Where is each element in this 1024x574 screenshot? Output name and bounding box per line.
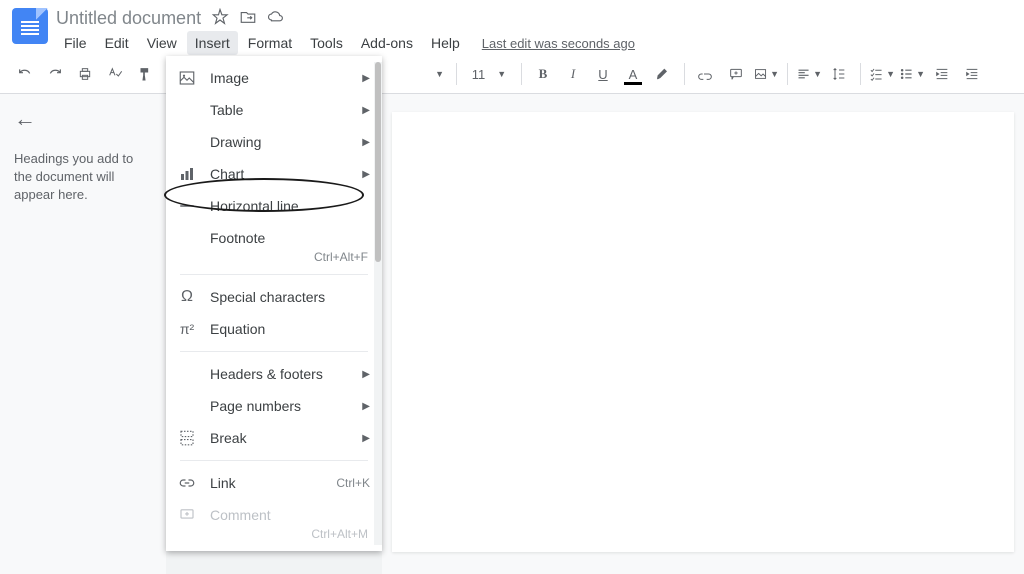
insert-image[interactable]: Image ▶	[166, 62, 382, 94]
submenu-arrow-icon: ▶	[362, 137, 370, 148]
document-title[interactable]: Untitled document	[56, 8, 201, 29]
insert-horizontal-line[interactable]: Horizontal line	[166, 190, 382, 222]
back-arrow-icon[interactable]: ←	[14, 106, 36, 132]
omega-icon: Ω	[178, 288, 196, 306]
document-area	[382, 94, 1024, 574]
menu-view[interactable]: View	[139, 31, 185, 55]
docs-icon[interactable]	[12, 8, 48, 44]
paint-format-button[interactable]	[132, 61, 158, 87]
break-icon	[178, 429, 196, 447]
menu-edit[interactable]: Edit	[97, 31, 137, 55]
insert-image-button[interactable]: ▼	[753, 61, 779, 87]
submenu-arrow-icon: ▶	[362, 105, 370, 116]
align-button[interactable]: ▼	[796, 61, 822, 87]
font-size-dropdown[interactable]: 11▼	[465, 65, 513, 84]
checklist-button[interactable]: ▼	[869, 61, 895, 87]
menu-insert[interactable]: Insert	[187, 31, 238, 55]
menu-addons[interactable]: Add-ons	[353, 31, 421, 55]
insert-chart[interactable]: Chart ▶	[166, 158, 382, 190]
toolbar: ▼ 11▼ B I U A ▼ ▼ ▼ ▼	[0, 55, 1024, 94]
hline-icon	[178, 197, 196, 215]
insert-link-button[interactable]	[693, 61, 719, 87]
pi-icon: π²	[178, 320, 196, 338]
menu-divider	[180, 460, 368, 461]
menu-help[interactable]: Help	[423, 31, 468, 55]
menubar: File Edit View Insert Format Tools Add-o…	[56, 31, 635, 55]
chart-icon	[178, 165, 196, 183]
outline-sidebar: ← Headings you add to the document will …	[0, 94, 166, 574]
submenu-arrow-icon: ▶	[362, 169, 370, 180]
star-icon[interactable]	[211, 8, 229, 29]
link-icon	[178, 474, 196, 492]
submenu-arrow-icon: ▶	[362, 369, 370, 380]
insert-equation[interactable]: π² Equation	[166, 313, 382, 345]
redo-button[interactable]	[42, 61, 68, 87]
bold-button[interactable]: B	[530, 61, 556, 87]
italic-button[interactable]: I	[560, 61, 586, 87]
underline-button[interactable]: U	[590, 61, 616, 87]
insert-special-chars[interactable]: Ω Special characters	[166, 281, 382, 313]
comment-icon	[178, 506, 196, 524]
insert-comment: Comment	[166, 499, 382, 531]
insert-dropdown: Image ▶ Table ▶ Drawing ▶ Chart ▶ Horizo…	[166, 56, 382, 551]
last-edit-link[interactable]: Last edit was seconds ago	[482, 36, 635, 51]
image-icon	[178, 69, 196, 87]
main-area: ← Headings you add to the document will …	[0, 94, 1024, 574]
menu-divider	[180, 274, 368, 275]
text-color-button[interactable]: A	[620, 61, 646, 87]
submenu-arrow-icon: ▶	[362, 433, 370, 444]
menu-divider	[180, 351, 368, 352]
bulleted-list-button[interactable]: ▼	[899, 61, 925, 87]
insert-footnote[interactable]: Footnote	[166, 222, 382, 254]
insert-table[interactable]: Table ▶	[166, 94, 382, 126]
highlight-button[interactable]	[650, 61, 676, 87]
insert-break[interactable]: Break ▶	[166, 422, 382, 454]
menu-file[interactable]: File	[56, 31, 95, 55]
submenu-arrow-icon: ▶	[362, 73, 370, 84]
font-dropdown[interactable]: ▼	[404, 67, 448, 81]
insert-link[interactable]: Link Ctrl+K	[166, 467, 382, 499]
cloud-icon[interactable]	[267, 8, 285, 29]
print-button[interactable]	[72, 61, 98, 87]
header: Untitled document File Edit View Insert …	[0, 0, 1024, 55]
undo-button[interactable]	[12, 61, 38, 87]
outline-hint-text: Headings you add to the document will ap…	[14, 150, 152, 205]
insert-page-numbers[interactable]: Page numbers ▶	[166, 390, 382, 422]
decrease-indent-button[interactable]	[929, 61, 955, 87]
menu-scrollbar[interactable]	[374, 62, 382, 545]
menu-format[interactable]: Format	[240, 31, 300, 55]
increase-indent-button[interactable]	[959, 61, 985, 87]
insert-drawing[interactable]: Drawing ▶	[166, 126, 382, 158]
line-spacing-button[interactable]	[826, 61, 852, 87]
insert-headers-footers[interactable]: Headers & footers ▶	[166, 358, 382, 390]
page[interactable]	[392, 112, 1014, 552]
move-icon[interactable]	[239, 8, 257, 29]
menu-tools[interactable]: Tools	[302, 31, 351, 55]
submenu-arrow-icon: ▶	[362, 401, 370, 412]
spellcheck-button[interactable]	[102, 61, 128, 87]
insert-comment-button[interactable]	[723, 61, 749, 87]
